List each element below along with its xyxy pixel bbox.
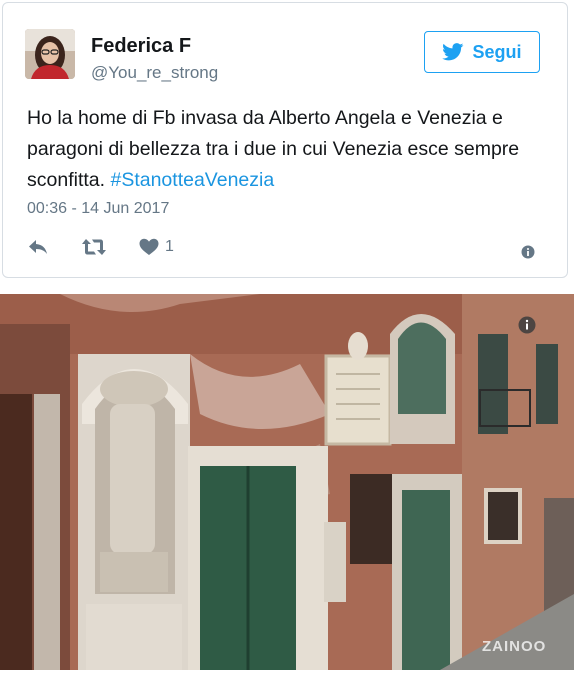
tweet-text: Ho la home di Fb invasa da Alberto Angel… — [27, 103, 547, 196]
photo-info-button[interactable] — [518, 316, 536, 339]
tweet-actions: 1 — [27, 235, 206, 259]
avatar-image — [25, 29, 75, 79]
reply-button[interactable] — [27, 238, 49, 256]
info-icon — [521, 245, 535, 259]
twitter-bird-icon — [442, 43, 464, 61]
info-icon — [518, 316, 536, 334]
reply-icon — [29, 240, 47, 254]
watermark: ZAINOO — [482, 638, 547, 655]
tweet-card: Federica F @You_re_strong Segui Ho la ho… — [2, 2, 568, 278]
like-button[interactable]: 1 — [139, 238, 174, 256]
tweet-photo[interactable]: ZAINOO — [0, 294, 574, 670]
retweet-button[interactable] — [81, 238, 107, 256]
tweet-info-button[interactable] — [521, 245, 535, 264]
like-count: 1 — [165, 238, 174, 255]
venice-building-image — [0, 294, 574, 670]
timestamp[interactable]: 00:36 - 14 Jun 2017 — [27, 200, 169, 218]
follow-label: Segui — [472, 41, 522, 62]
heart-icon — [139, 238, 159, 255]
user-handle[interactable]: @You_re_strong — [91, 63, 218, 83]
hashtag-link[interactable]: #StanotteaVenezia — [110, 169, 274, 191]
avatar[interactable] — [25, 29, 75, 79]
display-name[interactable]: Federica F — [91, 35, 191, 58]
retweet-icon — [82, 239, 106, 255]
follow-button[interactable]: Segui — [424, 31, 540, 73]
